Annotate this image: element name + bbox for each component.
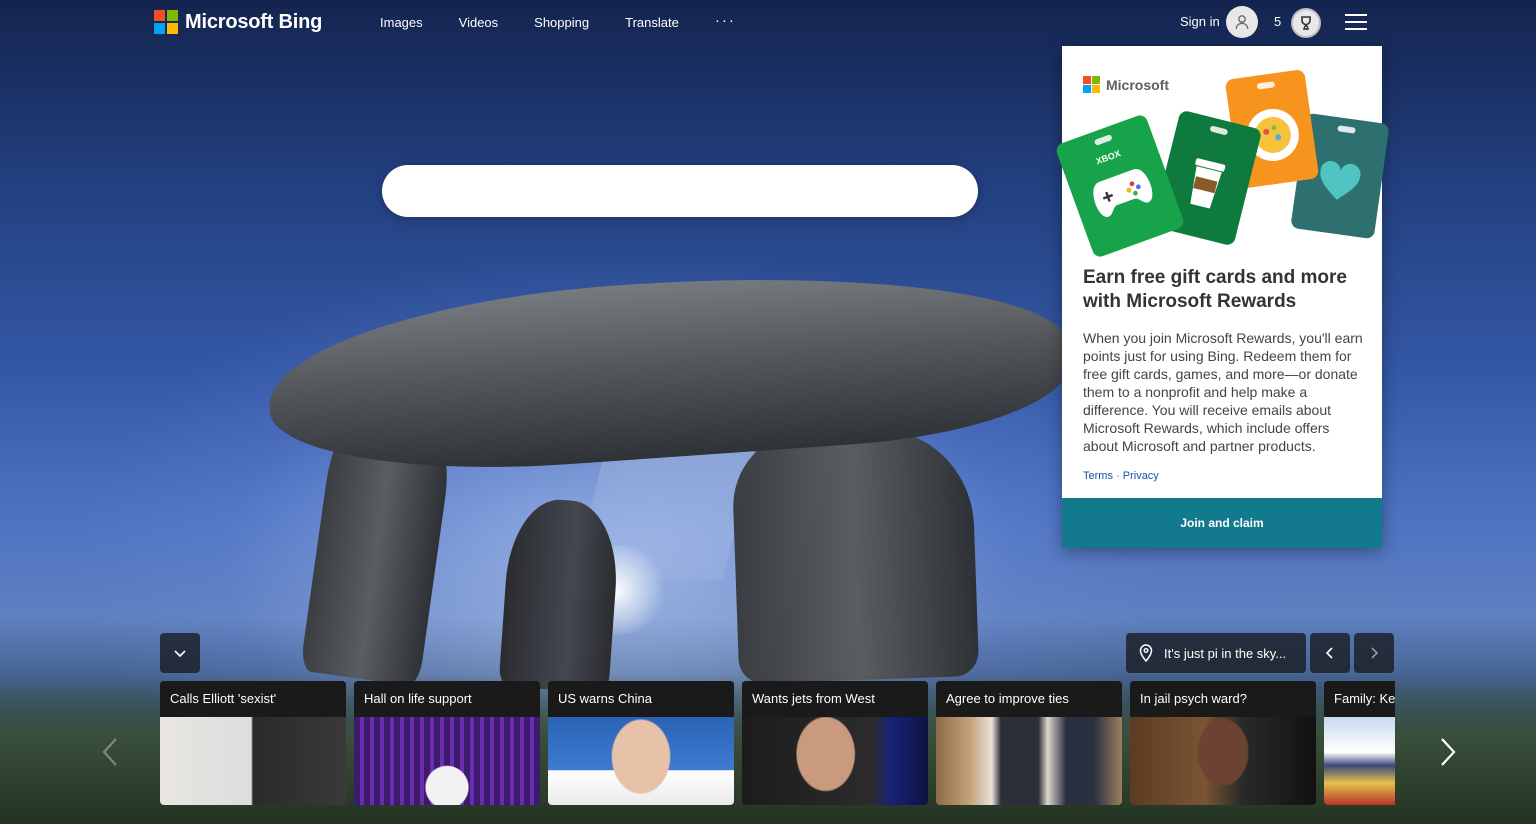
game-controller-icon [1093,169,1153,217]
chevron-right-icon [1371,647,1379,659]
links-separator: · [1116,470,1120,482]
news-card[interactable]: Wants jets from West [742,681,928,805]
nav-videos[interactable]: Videos [459,15,499,30]
news-card-thumbnail [936,717,1122,805]
flyout-body: When you join Microsoft Rewards, you'll … [1083,330,1363,454]
rewards-points[interactable]: 5 [1274,14,1281,29]
microsoft-logo-icon [1083,76,1100,93]
news-card-thumbnail [548,717,734,805]
flyout-title: Earn free gift cards and more with Micro… [1083,267,1347,312]
image-info-button[interactable]: It's just pi in the sky... [1126,633,1306,673]
previous-image-button[interactable] [1310,633,1350,673]
news-card-thumbnail [1324,717,1395,805]
chevron-left-icon [1325,647,1333,659]
heart-icon [1320,160,1361,200]
news-card-title: In jail psych ward? [1130,681,1316,717]
search-box [382,165,1341,217]
flyout-logo-text: Microsoft [1106,76,1169,93]
brand-name: Microsoft Bing [185,10,323,33]
gift-card-xbox: XBOX [1054,113,1186,259]
news-card-title: Agree to improve ties [936,681,1122,717]
privacy-link[interactable]: Privacy [1123,470,1159,482]
news-card-title: Family: Ke [1324,681,1395,717]
sign-in-link[interactable]: Sign in [1180,14,1220,29]
rewards-trophy-button[interactable] [1291,8,1321,38]
collapse-feed-button[interactable] [160,633,200,673]
news-card-thumbnail [1130,717,1316,805]
news-card-thumbnail [742,717,928,805]
next-image-button[interactable] [1354,633,1394,673]
avatar[interactable] [1226,6,1258,38]
flyout-microsoft-logo: Microsoft [1083,76,1169,93]
carousel-next-icon[interactable] [1436,736,1460,768]
news-card-thumbnail [354,717,540,805]
news-card[interactable]: Calls Elliott 'sexist' [160,681,346,805]
news-card-thumbnail [160,717,346,805]
microsoft-logo-icon [154,10,178,34]
image-info-text: It's just pi in the sky... [1164,645,1287,661]
news-card-title: Hall on life support [354,681,540,717]
news-card-title: Calls Elliott 'sexist' [160,681,346,717]
bing-logo[interactable]: Microsoft Bing [154,10,322,34]
join-and-claim-button[interactable]: Join and claim [1062,498,1382,548]
terms-link[interactable]: Terms [1083,470,1113,482]
news-card[interactable]: Hall on life support [354,681,540,805]
location-pin-icon [1139,644,1153,662]
trophy-icon [1301,16,1311,30]
header: Microsoft Bing Images Videos Shopping Tr… [0,0,1536,46]
rewards-flyout: Microsoft XBOX Earn free gift cards and … [1054,46,1390,548]
news-card[interactable]: In jail psych ward? [1130,681,1316,805]
coffee-cup-icon [1190,158,1226,209]
hamburger-menu-icon[interactable] [1345,14,1367,30]
news-card-title: Wants jets from West [742,681,928,717]
news-carousel: Calls Elliott 'sexist' Hall on life supp… [160,681,1395,805]
nav-translate[interactable]: Translate [625,15,679,30]
news-card[interactable]: Family: Ke [1324,681,1395,805]
stone-leg-right [730,425,980,685]
nav-more-button[interactable]: ··· [715,12,736,30]
search-input[interactable] [402,175,862,207]
flyout-links: Terms · Privacy [1083,470,1159,482]
user-icon [1235,15,1249,30]
nav-images[interactable]: Images [380,15,423,30]
xbox-label: XBOX [1094,148,1122,167]
news-card-title: US warns China [548,681,734,717]
top-nav: Images Videos Shopping Translate ··· [380,12,736,30]
carousel-prev-icon[interactable] [98,736,122,768]
nav-shopping[interactable]: Shopping [534,15,589,30]
news-card[interactable]: US warns China [548,681,734,805]
chevron-down-icon [174,650,186,658]
news-card[interactable]: Agree to improve ties [936,681,1122,805]
